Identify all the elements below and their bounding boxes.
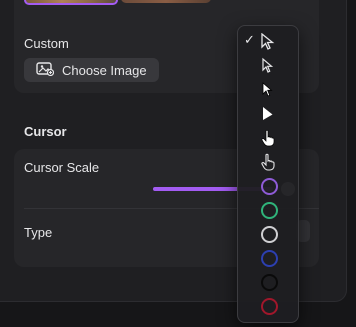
type-label: Type	[24, 225, 53, 240]
circle-cursor-icon	[261, 226, 278, 243]
cursor-option-circle[interactable]	[238, 198, 298, 222]
cursor-option-arrow-outline-small[interactable]	[238, 54, 298, 78]
cursor-option-arrow-outline[interactable]: ✓	[238, 30, 298, 54]
cursor-option-circle[interactable]	[238, 174, 298, 198]
cursor-option-hand-pointer[interactable]	[238, 126, 298, 150]
background-thumbnail[interactable]	[121, 0, 211, 3]
cursor-option-arrow-filled[interactable]	[238, 78, 298, 102]
circle-cursor-icon	[261, 298, 278, 315]
image-add-icon	[36, 61, 55, 79]
circle-cursor-icon	[261, 250, 278, 267]
background-thumbnail-selected[interactable]	[24, 0, 118, 5]
choose-image-button[interactable]: Choose Image	[24, 58, 159, 82]
cursor-option-circle[interactable]	[238, 246, 298, 270]
choose-image-label: Choose Image	[62, 62, 147, 78]
cursor-option-circle[interactable]	[238, 294, 298, 318]
cursor-option-arrow-filled-large[interactable]	[238, 102, 298, 126]
circle-cursor-icon	[261, 178, 278, 195]
cursor-option-hand-pointer-outline[interactable]	[238, 150, 298, 174]
cursor-section-title: Cursor	[24, 124, 67, 139]
cursor-option-circle[interactable]	[238, 222, 298, 246]
cursor-scale-label: Cursor Scale	[24, 160, 100, 175]
circle-cursor-icon	[261, 274, 278, 291]
checkmark-icon: ✓	[244, 32, 255, 47]
custom-label: Custom	[24, 36, 69, 51]
circle-cursor-icon	[261, 202, 278, 219]
cursor-option-circle[interactable]	[238, 270, 298, 294]
cursor-type-menu: ✓	[237, 25, 299, 323]
